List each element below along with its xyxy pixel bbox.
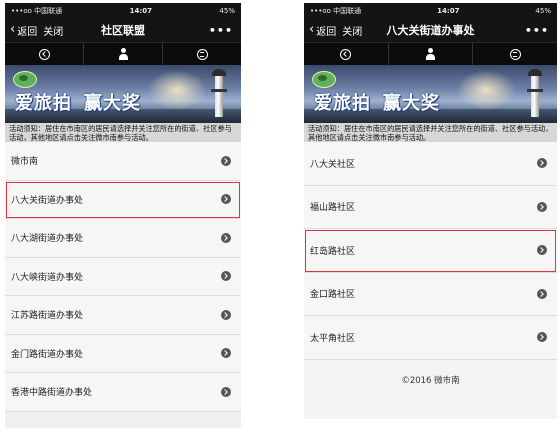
back-button[interactable]: ‹ 返回 关闭 xyxy=(309,23,362,38)
activity-notice: 活动须知：居住在市南区的居民请选择并关注您所在的街道、社区参与活动，其他地区请点… xyxy=(5,123,241,142)
tab-bar xyxy=(304,42,557,65)
list-item[interactable]: 八大关街道办事处 xyxy=(5,180,241,219)
street-office-list: 微市南八大关街道办事处 八大湖街道办事处 八大峡街道办事处 江苏路街道办事处 金门路街道… xyxy=(5,142,241,412)
banner-logo xyxy=(13,71,37,88)
chevron-right-circle-icon xyxy=(221,348,231,359)
tab-menu[interactable] xyxy=(163,43,241,65)
banner-slogan: 爱旅拍 赢大奖 xyxy=(314,89,440,115)
carrier-signal: •••oo 中国联通 xyxy=(310,6,362,15)
list-item[interactable]: 福山路社区 xyxy=(304,185,557,229)
list-item-label: 八大峡街道办事处 xyxy=(11,272,84,283)
list-item[interactable]: 八大关社区 xyxy=(304,142,557,186)
list-item-label: 金门路街道办事处 xyxy=(11,349,84,360)
chevron-right-circle-icon xyxy=(537,158,547,169)
promo-banner[interactable]: 爱旅拍 赢大奖 xyxy=(304,65,557,123)
status-bar: •••oo 中国联通 14:07 45% xyxy=(304,3,557,18)
carrier-signal: •••oo 中国联通 xyxy=(11,6,63,15)
tab-menu[interactable] xyxy=(473,43,557,65)
chevron-right-circle-icon xyxy=(221,271,231,282)
promo-banner[interactable]: 爱旅拍 赢大奖 xyxy=(5,65,241,123)
chevron-left-icon: ‹ xyxy=(309,22,315,37)
lighthouse-image xyxy=(211,69,227,117)
activity-notice: 活动须知：居住在市南区的居民请选择并关注您所在的街道、社区参与活动，其他地区请点… xyxy=(304,123,557,142)
list-item-label: 金口路社区 xyxy=(310,290,356,301)
lighthouse-image xyxy=(527,69,543,117)
more-menu-button[interactable]: ••• xyxy=(525,24,549,37)
phone-screen-street-office: •••oo 中国联通 14:07 45% ‹ 返回 关闭 八大关街道办事处 ••… xyxy=(304,3,557,419)
nav-bar: ‹ 返回 关闭 八大关街道办事处 ••• xyxy=(304,18,557,42)
battery-level: 45% xyxy=(535,6,551,15)
chevron-right-circle-icon xyxy=(221,309,231,320)
battery-level: 45% xyxy=(219,6,235,15)
banner-slogan: 爱旅拍 赢大奖 xyxy=(15,89,141,115)
list-item[interactable]: 八大峡街道办事处 xyxy=(5,257,241,296)
clock: 14:07 xyxy=(129,6,152,15)
person-icon xyxy=(117,48,129,60)
person-icon xyxy=(425,48,437,60)
chevron-right-circle-icon xyxy=(537,332,547,343)
list-item[interactable]: 太平角社区 xyxy=(304,316,557,360)
circle-back-icon xyxy=(38,48,50,60)
clock: 14:07 xyxy=(437,6,460,15)
list-item-label: 江苏路街道办事处 xyxy=(11,311,84,322)
close-button[interactable]: 关闭 xyxy=(342,23,362,38)
slogan-text-2: 赢大奖 xyxy=(84,93,141,114)
list-item-label: 太平角社区 xyxy=(310,333,356,344)
nav-bar: ‹ 返回 关闭 社区联盟 ••• xyxy=(5,18,241,42)
circle-menu-icon xyxy=(509,48,521,60)
back-label: 返回 xyxy=(17,26,38,38)
circle-back-icon xyxy=(340,48,352,60)
list-item[interactable]: 金口路社区 xyxy=(304,272,557,316)
list-item-label: 香港中路街道办事处 xyxy=(11,388,93,399)
chevron-right-circle-icon xyxy=(221,386,231,397)
copyright-footer: ©2016 微市南 xyxy=(401,375,460,386)
list-item[interactable]: 微市南 xyxy=(5,142,241,181)
slogan-text-1: 爱旅拍 xyxy=(15,93,72,114)
list-item-label: 八大湖街道办事处 xyxy=(11,234,84,245)
list-item-label: 福山路社区 xyxy=(310,203,356,214)
slogan-text-1: 爱旅拍 xyxy=(314,93,371,114)
list-item[interactable]: 八大湖街道办事处 xyxy=(5,219,241,258)
chevron-right-circle-icon xyxy=(221,194,231,205)
close-button[interactable]: 关闭 xyxy=(43,23,63,38)
list-item-label: 八大关社区 xyxy=(310,159,356,170)
more-menu-button[interactable]: ••• xyxy=(209,24,233,37)
tab-bar xyxy=(5,42,241,65)
list-item[interactable]: 金门路街道办事处 xyxy=(5,334,241,373)
slogan-text-2: 赢大奖 xyxy=(383,93,440,114)
list-item-label: 八大关街道办事处 xyxy=(11,195,84,206)
chevron-right-circle-icon xyxy=(537,288,547,299)
chevron-left-icon: ‹ xyxy=(10,22,16,37)
status-bar: •••oo 中国联通 14:07 45% xyxy=(5,3,241,18)
list-item-label: 红岛路社区 xyxy=(310,246,356,257)
back-button[interactable]: ‹ 返回 关闭 xyxy=(10,23,63,38)
tab-back[interactable] xyxy=(304,43,389,65)
chevron-right-circle-icon xyxy=(537,245,547,256)
community-list: 八大关社区福山路社区红岛路社区金口路社区太平角社区 xyxy=(304,142,557,360)
tab-back[interactable] xyxy=(5,43,84,65)
chevron-right-circle-icon xyxy=(221,232,231,243)
chevron-right-circle-icon xyxy=(221,155,231,166)
phone-screen-community-alliance: •••oo 中国联通 14:07 45% ‹ 返回 关闭 社区联盟 ••• 爱旅… xyxy=(5,3,241,428)
tab-profile[interactable] xyxy=(389,43,474,65)
list-item[interactable]: 江苏路街道办事处 xyxy=(5,296,241,335)
tab-profile[interactable] xyxy=(84,43,163,65)
list-item[interactable]: 香港中路街道办事处 xyxy=(5,373,241,412)
list-item[interactable]: 红岛路社区 xyxy=(304,229,557,273)
back-label: 返回 xyxy=(316,26,337,38)
list-item-label: 微市南 xyxy=(11,157,39,168)
chevron-right-circle-icon xyxy=(537,201,547,212)
circle-menu-icon xyxy=(196,48,208,60)
banner-logo xyxy=(312,71,336,88)
